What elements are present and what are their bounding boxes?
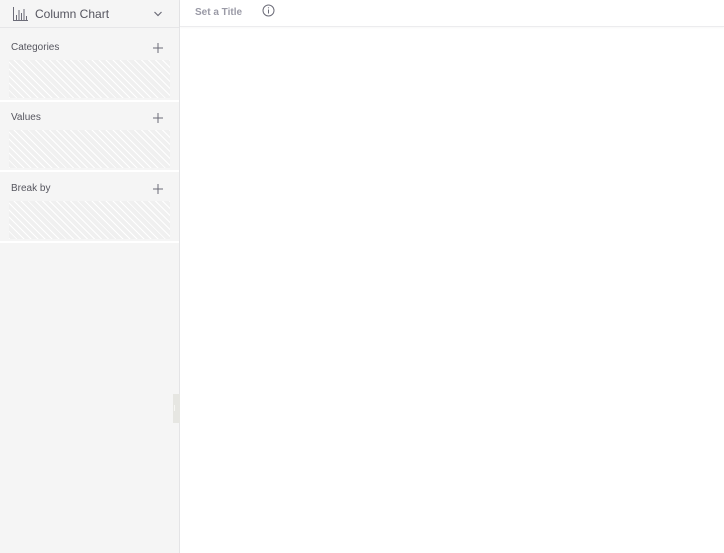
chart-type-selector[interactable]: Column Chart bbox=[0, 0, 179, 28]
categories-drop-zone[interactable] bbox=[9, 60, 170, 98]
categories-panel-header: Categories bbox=[0, 32, 179, 58]
values-panel: Values bbox=[0, 102, 179, 172]
plus-icon bbox=[153, 113, 163, 123]
values-drop-zone[interactable] bbox=[9, 130, 170, 168]
break-by-panel-title: Break by bbox=[11, 183, 51, 194]
sidebar-collapse-handle[interactable] bbox=[173, 394, 180, 423]
add-values-button[interactable] bbox=[152, 112, 164, 124]
data-panel-sidebar: Column Chart Categories Values Break by bbox=[0, 0, 180, 553]
column-chart-icon bbox=[13, 6, 28, 21]
grip-icon bbox=[174, 405, 178, 411]
chart-canvas bbox=[180, 28, 724, 553]
widget-title-input[interactable] bbox=[195, 4, 259, 20]
break-by-drop-zone[interactable] bbox=[9, 201, 170, 239]
chart-type-label: Column Chart bbox=[35, 6, 110, 21]
plus-icon bbox=[153, 43, 163, 53]
widget-preview-area bbox=[180, 0, 724, 553]
values-panel-title: Values bbox=[11, 112, 41, 123]
break-by-panel-header: Break by bbox=[0, 173, 179, 199]
add-categories-button[interactable] bbox=[152, 42, 164, 54]
info-icon bbox=[262, 4, 275, 17]
plus-icon bbox=[153, 184, 163, 194]
values-panel-header: Values bbox=[0, 102, 179, 128]
title-bar bbox=[180, 0, 724, 27]
break-by-panel: Break by bbox=[0, 173, 179, 243]
categories-panel-title: Categories bbox=[11, 42, 60, 53]
title-info-button[interactable] bbox=[262, 4, 275, 17]
add-break-by-button[interactable] bbox=[152, 183, 164, 195]
categories-panel: Categories bbox=[0, 32, 179, 102]
chevron-down-icon bbox=[154, 11, 162, 16]
widget-editor: Column Chart Categories Values Break by … bbox=[0, 0, 724, 553]
